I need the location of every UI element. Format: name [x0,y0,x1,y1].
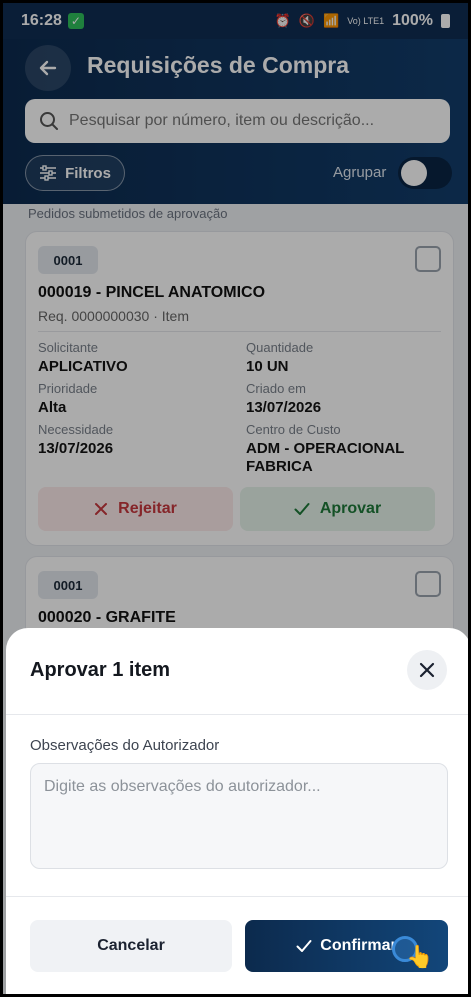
sheet-divider [6,714,468,715]
app-screen: 16:28 ✓ ⏰ 🔇 📶 Vo) LTE1 100% Requisições … [0,0,471,997]
confirm-label: Confirmar [320,937,397,954]
close-button[interactable] [407,650,447,690]
close-icon [419,662,435,678]
observations-textarea[interactable] [30,763,448,869]
observations-label: Observações do Autorizador [30,737,220,754]
pointer-hand-icon: 👆 [406,944,434,969]
sheet-footer-divider [6,896,468,897]
sheet-title: Aprovar 1 item [30,659,171,681]
check-icon [296,940,312,952]
cancel-button[interactable]: Cancelar [30,920,232,972]
cancel-label: Cancelar [97,937,165,954]
